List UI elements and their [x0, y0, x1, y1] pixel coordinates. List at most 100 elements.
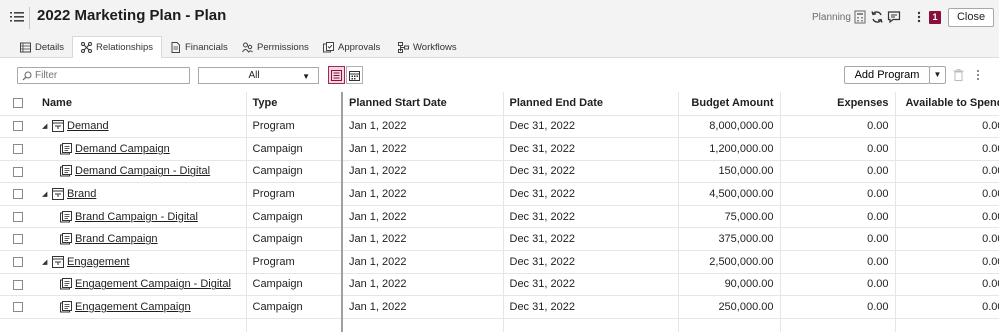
row-checkbox[interactable] — [13, 189, 23, 200]
item-link[interactable]: Demand Campaign - Digital — [75, 165, 210, 177]
budget-cell: 8,000,000.00 — [678, 115, 781, 139]
empty-cell — [342, 318, 504, 332]
row-checkbox[interactable] — [13, 256, 23, 267]
calendar-icon — [349, 70, 360, 81]
item-link[interactable]: Engagement Campaign - Digital — [75, 278, 231, 290]
column-header-name[interactable]: Name — [36, 92, 247, 116]
header-divider — [29, 7, 30, 29]
tab-approvals[interactable]: Approvals — [323, 36, 380, 58]
add-options-caret[interactable]: ▼ — [929, 66, 946, 84]
notification-badge[interactable]: 1 — [929, 11, 941, 24]
tab-details[interactable]: Details — [20, 36, 64, 58]
name-cell: Brand Campaign — [36, 227, 247, 252]
tab-financials[interactable]: Financials — [170, 36, 228, 58]
relationships-icon — [81, 42, 92, 53]
name-cell: Brand Campaign - Digital — [36, 205, 247, 229]
select-all-checkbox[interactable] — [13, 98, 23, 109]
row-checkbox[interactable] — [13, 121, 23, 132]
page-title: 2022 Marketing Plan - Plan — [37, 7, 227, 24]
budget-cell: 375,000.00 — [678, 227, 781, 252]
expenses-cell: 0.00 — [780, 250, 896, 274]
trash-icon[interactable] — [953, 69, 964, 81]
column-header-end[interactable]: Planned End Date — [503, 92, 679, 116]
table-row[interactable]: Brand Campaign Campaign Jan 1, 2022 Dec 31,… — [0, 227, 999, 252]
list-view-toggle[interactable] — [328, 66, 345, 84]
table-row[interactable]: Engagement Campaign - Digital Campaign Jan… — [0, 273, 999, 297]
table-row[interactable]: ◢ Demand Program Jan 1, 2022 Dec 31, 2022 8,0… — [0, 115, 999, 139]
row-checkbox[interactable] — [13, 143, 23, 154]
close-button[interactable]: Close — [948, 8, 994, 27]
row-select-cell — [0, 160, 36, 184]
calculator-icon[interactable] — [853, 10, 867, 24]
item-link[interactable]: Engagement — [67, 256, 129, 268]
name-cell: Demand Campaign — [36, 137, 247, 161]
item-link[interactable]: Brand Campaign - Digital — [75, 211, 198, 223]
item-link[interactable]: Demand — [67, 120, 109, 132]
type-cell: Campaign — [246, 295, 343, 319]
collapse-triangle-icon[interactable]: ◢ — [42, 258, 49, 266]
budget-cell: 250,000.00 — [678, 295, 781, 319]
people-icon — [242, 42, 253, 53]
end-date-cell: Dec 31, 2022 — [503, 273, 679, 297]
column-header-expenses[interactable]: Expenses — [780, 92, 896, 116]
table-row[interactable]: Demand Campaign Campaign Jan 1, 2022 Dec 31… — [0, 137, 999, 161]
type-cell: Program — [246, 250, 343, 274]
empty-cell — [0, 318, 36, 332]
item-link[interactable]: Brand — [67, 188, 96, 200]
row-select-cell — [0, 273, 36, 297]
filter-input[interactable] — [35, 69, 185, 82]
more-vertical-icon[interactable] — [912, 10, 926, 24]
budget-cell: 90,000.00 — [678, 273, 781, 297]
tab-relationships[interactable]: Relationships — [72, 36, 163, 59]
available-cell: 0.00 — [895, 250, 999, 274]
toolbar: All ▼ Add Program ▼ — [0, 58, 999, 92]
available-cell: 0.00 — [895, 227, 999, 252]
type-cell: Campaign — [246, 137, 343, 161]
row-checkbox[interactable] — [13, 234, 23, 245]
item-link[interactable]: Brand Campaign — [75, 233, 158, 245]
start-date-cell: Jan 1, 2022 — [342, 115, 504, 139]
budget-cell: 4,500,000.00 — [678, 182, 781, 206]
start-date-cell: Jan 1, 2022 — [342, 205, 504, 229]
row-select-cell — [0, 205, 36, 229]
end-date-cell: Dec 31, 2022 — [503, 115, 679, 139]
refresh-icon[interactable] — [870, 10, 884, 24]
row-checkbox[interactable] — [13, 279, 23, 290]
type-cell: Program — [246, 115, 343, 139]
budget-cell: 2,500,000.00 — [678, 250, 781, 274]
table-row[interactable]: Brand Campaign - Digital Campaign Jan 1, 2… — [0, 205, 999, 229]
more-vertical-icon[interactable] — [975, 69, 981, 81]
end-date-cell: Dec 31, 2022 — [503, 182, 679, 206]
tab-permissions[interactable]: Permissions — [242, 36, 309, 58]
table-row[interactable]: Demand Campaign - Digital Campaign Jan 1, … — [0, 160, 999, 184]
column-header-type[interactable]: Type — [246, 92, 343, 116]
column-header-available[interactable]: Available to Spend — [895, 92, 999, 116]
add-program-button[interactable]: Add Program — [844, 66, 930, 84]
program-icon — [52, 188, 64, 201]
search-icon — [22, 71, 32, 81]
table-row[interactable]: ◢ Brand Program Jan 1, 2022 Dec 31, 2022 4,50… — [0, 182, 999, 206]
end-date-cell: Dec 31, 2022 — [503, 137, 679, 161]
filter-field[interactable] — [17, 67, 190, 84]
table-row[interactable]: ◢ Engagement Program Jan 1, 2022 Dec 31, 202… — [0, 250, 999, 274]
column-header-budget[interactable]: Budget Amount — [678, 92, 781, 116]
expenses-cell: 0.00 — [780, 273, 896, 297]
collapse-triangle-icon[interactable]: ◢ — [42, 122, 49, 130]
name-cell: Engagement Campaign - Digital — [36, 273, 247, 297]
row-checkbox[interactable] — [13, 166, 23, 177]
calendar-view-toggle[interactable] — [346, 66, 363, 84]
collapse-triangle-icon[interactable]: ◢ — [42, 190, 49, 198]
comment-icon[interactable] — [887, 10, 901, 24]
column-header-start[interactable]: Planned Start Date — [342, 92, 504, 116]
row-checkbox[interactable] — [13, 211, 23, 222]
menu-icon[interactable] — [10, 11, 24, 23]
type-cell: Campaign — [246, 160, 343, 184]
filter-select[interactable]: All ▼ — [198, 67, 319, 84]
item-link[interactable]: Engagement Campaign — [75, 301, 191, 313]
table-row[interactable]: Engagement Campaign Campaign Jan 1, 2022 De… — [0, 295, 999, 319]
item-link[interactable]: Demand Campaign — [75, 143, 170, 155]
type-cell: Campaign — [246, 227, 343, 252]
tab-workflows[interactable]: Workflows — [398, 36, 457, 58]
row-checkbox[interactable] — [13, 302, 23, 313]
start-date-cell: Jan 1, 2022 — [342, 250, 504, 274]
